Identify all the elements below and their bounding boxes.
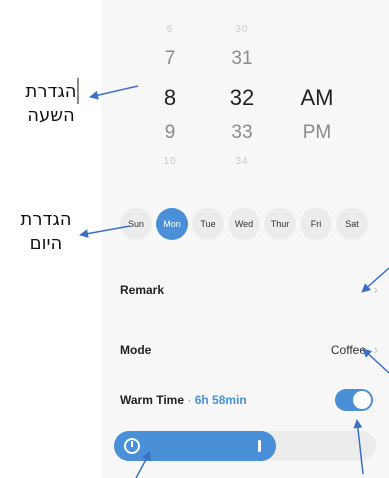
mode-row[interactable]: Mode Coffee › [120,342,378,357]
day-setting-annotation: הגדרת היום [20,209,72,254]
mode-label: Mode [120,343,152,357]
time-setting-annotation: הגדרת השעה [25,81,77,126]
hour-option[interactable]: 6 [150,24,190,35]
chevron-right-icon: › [373,282,378,297]
hour-option[interactable]: 9 [150,122,190,144]
hour-option[interactable]: 10 [150,156,190,167]
toggle-knob [353,391,371,409]
hour-selected[interactable]: 8 [150,85,190,111]
minute-option[interactable]: 34 [220,156,264,167]
minute-selected[interactable]: 32 [220,85,264,111]
minute-option[interactable]: 33 [220,122,264,144]
period-option[interactable]: PM [287,122,347,144]
day-fri[interactable]: Fri [300,208,332,240]
day-thur[interactable]: Thur [264,208,296,240]
mode-value: Coffee [330,343,366,357]
warm-time-duration: 6h 58min [194,393,247,407]
day-mon[interactable]: Mon [156,208,188,240]
warm-time-toggle[interactable] [335,389,373,411]
period-selected[interactable]: AM [287,85,347,111]
alarm-settings-panel: 6 7 8 9 10 30 31 32 33 34 AM PM Sun Mon … [102,0,389,478]
minute-option[interactable]: 31 [220,48,264,70]
time-picker[interactable]: 6 7 8 9 10 30 31 32 33 34 AM PM [102,0,389,190]
remark-label: Remark [120,283,165,297]
day-sun[interactable]: Sun [120,208,152,240]
warm-time-slider[interactable] [114,431,376,461]
day-selector: Sun Mon Tue Wed Thur Fri Sat [120,208,368,240]
remark-row[interactable]: Remark › [120,282,378,297]
separator-dot: · [187,393,192,407]
chevron-right-icon: › [373,342,378,357]
hour-option[interactable]: 7 [150,48,190,70]
warm-time-label: Warm Time [120,393,185,407]
day-wed[interactable]: Wed [228,208,260,240]
day-tue[interactable]: Tue [192,208,224,240]
timer-icon [124,438,140,454]
minute-option[interactable]: 30 [220,24,264,35]
slider-thumb[interactable] [258,440,262,452]
day-sat[interactable]: Sat [336,208,368,240]
